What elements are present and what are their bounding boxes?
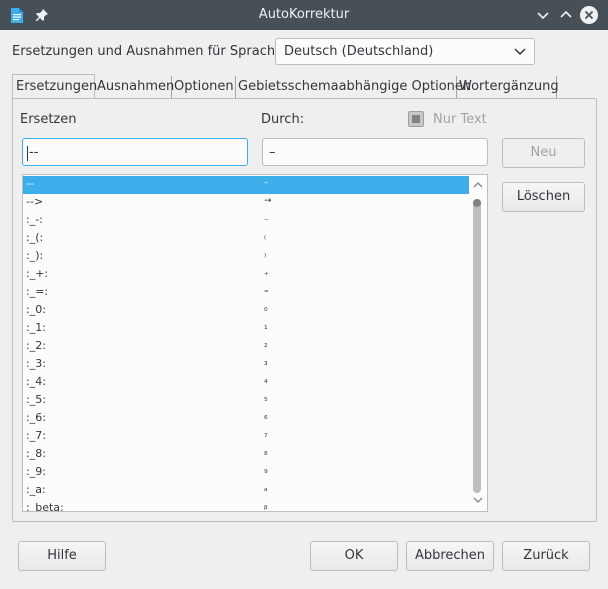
with-cell: → xyxy=(264,196,272,206)
replace-cell: :_=: xyxy=(26,285,49,298)
list-item[interactable]: -- – xyxy=(23,176,469,194)
with-cell: ₊ xyxy=(264,268,269,278)
minimize-button[interactable] xyxy=(533,5,553,25)
list-item[interactable]: :_-: ₋ xyxy=(23,212,469,230)
cancel-button[interactable]: Abbrechen xyxy=(406,541,494,571)
delete-button[interactable]: Löschen xyxy=(502,182,585,212)
ok-button[interactable]: OK xyxy=(310,541,398,571)
replace-cell: :_2: xyxy=(26,339,46,352)
replace-input-value: -- xyxy=(29,145,39,160)
with-cell: ₇ xyxy=(264,430,268,440)
replace-cell: :_3: xyxy=(26,357,46,370)
with-cell: ₎ xyxy=(264,250,267,260)
chevron-down-icon[interactable] xyxy=(473,497,483,504)
list-scrollbar[interactable] xyxy=(469,175,487,511)
list-item[interactable]: :_7: ₇ xyxy=(23,428,469,446)
title-bar: AutoKorrektur xyxy=(0,0,608,30)
with-cell: – xyxy=(264,178,269,188)
replace-cell: :_7: xyxy=(26,429,46,442)
list-item[interactable]: :_=: ₌ xyxy=(23,284,469,302)
chevron-down-icon xyxy=(514,48,526,56)
text-only-label: Nur Text xyxy=(433,112,487,127)
with-cell: ₋ xyxy=(264,214,269,224)
maximize-button[interactable] xyxy=(556,5,576,25)
tab-localized-options[interactable]: Gebietsschemaabhängige Optionen xyxy=(236,76,471,98)
language-select[interactable]: Deutsch (Deutschland) xyxy=(275,38,535,65)
replace-cell: :_5: xyxy=(26,393,46,406)
close-icon xyxy=(580,6,598,24)
replace-cell: -- xyxy=(26,177,34,190)
with-cell: ₀ xyxy=(264,304,268,314)
window-title: AutoKorrektur xyxy=(258,7,350,22)
replace-cell: :_1: xyxy=(26,321,46,334)
with-cell: ₐ xyxy=(264,484,268,494)
with-cell: ₍ xyxy=(264,232,267,242)
list-item[interactable]: :_): ₎ xyxy=(23,248,469,266)
replace-cell: :_a: xyxy=(26,483,46,496)
close-button[interactable] xyxy=(579,5,599,25)
chevron-up-icon xyxy=(560,10,572,18)
replace-cell: :_4: xyxy=(26,375,46,388)
with-cell: ₅ xyxy=(264,394,268,404)
replace-input[interactable]: -- xyxy=(22,138,248,166)
list-item[interactable]: :_a: ₐ xyxy=(23,482,469,500)
text-caret xyxy=(27,146,28,161)
language-label: Ersetzungen und Ausnahmen für Sprache: xyxy=(12,44,288,59)
with-cell: ₁ xyxy=(264,322,268,332)
replace-cell: :_+: xyxy=(26,267,49,280)
help-button[interactable]: Hilfe xyxy=(18,541,106,571)
list-item[interactable]: :_(: ₍ xyxy=(23,230,469,248)
scroll-track[interactable] xyxy=(473,199,481,493)
tab-options[interactable]: Optionen xyxy=(172,76,236,98)
reset-button[interactable]: Zurück xyxy=(502,541,590,571)
list-item[interactable]: :_4: ₄ xyxy=(23,374,469,392)
replace-cell: :_-: xyxy=(26,213,43,226)
replace-cell: :_(: xyxy=(26,231,44,244)
with-cell: ₂ xyxy=(264,340,268,350)
chevron-down-icon xyxy=(537,12,549,20)
list-item[interactable]: :_0: ₀ xyxy=(23,302,469,320)
replacement-list[interactable]: -- – --> → :_-: ₋ :_(: ₍ :_): ₎ :_+: ₊ :_=: ₌ :_0: ₀ :_1… xyxy=(22,174,488,512)
list-item[interactable]: :_8: ₈ xyxy=(23,446,469,464)
replace-cell: :_9: xyxy=(26,465,46,478)
new-button[interactable]: Neu xyxy=(502,138,585,168)
with-cell: ₆ xyxy=(264,412,268,422)
replace-cell: :_8: xyxy=(26,447,46,460)
list-item[interactable]: :_+: ₊ xyxy=(23,266,469,284)
chevron-up-icon[interactable] xyxy=(473,181,483,188)
with-cell: ₈ xyxy=(264,448,268,458)
with-cell: ᵦ xyxy=(264,502,268,512)
replace-cell: --> xyxy=(26,195,44,208)
replace-cell: :_beta: xyxy=(26,501,64,512)
list-item[interactable]: :_3: ₃ xyxy=(23,356,469,374)
with-cell: ₄ xyxy=(264,376,268,386)
language-value: Deutsch (Deutschland) xyxy=(284,44,434,59)
tab-word-completion[interactable]: Wortergänzung xyxy=(457,76,559,98)
replace-cell: :_6: xyxy=(26,411,46,424)
list-item[interactable]: :_6: ₆ xyxy=(23,410,469,428)
text-only-checkbox[interactable] xyxy=(408,111,424,127)
list-item[interactable]: :_2: ₂ xyxy=(23,338,469,356)
with-label: Durch: xyxy=(261,112,305,127)
with-input[interactable]: – xyxy=(262,138,488,166)
with-cell: ₌ xyxy=(264,286,269,296)
list-item[interactable]: :_beta: ᵦ xyxy=(23,500,469,512)
replace-cell: :_0: xyxy=(26,303,46,316)
list-item[interactable]: :_9: ₉ xyxy=(23,464,469,482)
with-cell: ₃ xyxy=(264,358,268,368)
list-item[interactable]: :_1: ₁ xyxy=(23,320,469,338)
tab-exceptions[interactable]: Ausnahmen xyxy=(95,76,174,98)
replace-cell: :_): xyxy=(26,249,44,262)
scroll-thumb[interactable] xyxy=(473,199,481,207)
tab-replacements[interactable]: Ersetzungen xyxy=(12,74,97,98)
list-item[interactable]: :_5: ₅ xyxy=(23,392,469,410)
with-input-value: – xyxy=(269,145,276,160)
list-item[interactable]: --> → xyxy=(23,194,469,212)
with-cell: ₉ xyxy=(264,466,268,476)
replace-label: Ersetzen xyxy=(20,112,77,127)
